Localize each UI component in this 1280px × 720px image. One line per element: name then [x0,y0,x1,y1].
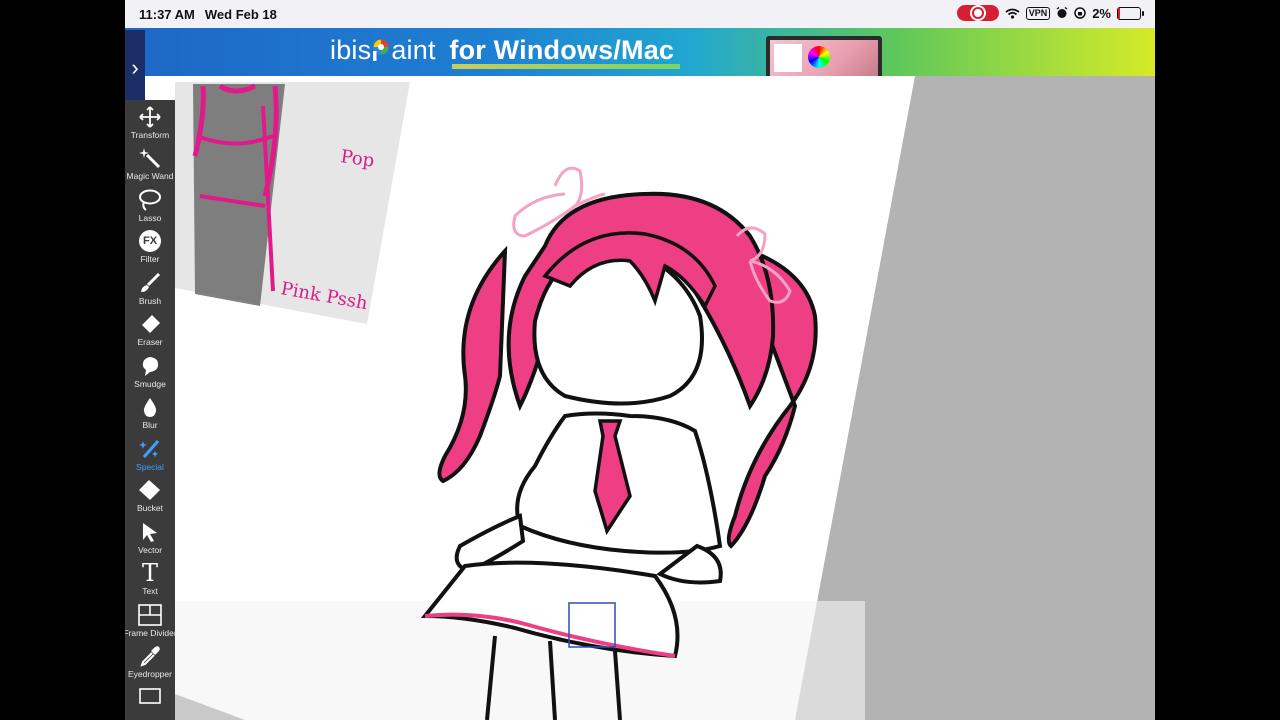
tool-label: Special [136,462,164,472]
tool-label: Eraser [137,337,163,347]
vector-pointer-icon [137,519,163,545]
tool-frame-divider[interactable]: Frame Divider [125,602,177,643]
eyedropper-icon [137,643,163,669]
tool-label: Bucket [137,503,163,513]
banner-app-screenshot [766,36,882,76]
fx-icon: FX [137,228,163,254]
banner-brand-prefix: ibis [330,35,372,65]
tool-label: Brush [138,296,162,306]
tool-label: Text [142,586,158,596]
brush-icon [137,270,163,296]
tool-label: Eyedropper [128,669,172,679]
banner-text: ibis aint for Windows/Mac [330,35,674,66]
tool-bar: Transform Magic Wand Lasso FX Filter Bru… [125,100,177,720]
tool-label: Blur [142,420,158,430]
tool-label: Filter [140,254,160,264]
tool-filter[interactable]: FX Filter [125,228,175,269]
tool-blur[interactable]: Blur [125,394,175,435]
tool-canvas-partial[interactable] [125,685,175,720]
status-right-group: VPN 2% [956,5,1144,21]
tool-label: Frame Divider [125,628,177,638]
tool-transform[interactable]: Transform [125,104,175,145]
tool-lasso[interactable]: Lasso [125,187,175,228]
vpn-badge: VPN [1025,6,1051,20]
letterbox-left [0,0,125,720]
move-arrows-icon [137,104,163,130]
tool-magic-wand[interactable]: Magic Wand [125,145,175,186]
tool-vector[interactable]: Vector [125,519,175,560]
ipad-screen: 11:37 AM Wed Feb 18 VPN 2% ibis aint for… [125,0,1155,720]
tool-special[interactable]: Special [125,436,175,477]
left-pigtail [437,245,508,484]
ibispaint-logo-icon [373,39,389,61]
tool-label: Transform [130,130,170,140]
orientation-lock-icon [1074,7,1086,19]
reference-image[interactable]: Pop Pink Pssh [175,82,410,324]
status-bar: 11:37 AM Wed Feb 18 VPN 2% [125,0,1155,28]
ad-banner[interactable]: ibis aint for Windows/Mac [125,28,1155,76]
tool-brush[interactable]: Brush [125,270,175,311]
frame-divider-icon [137,602,163,628]
wifi-icon [1005,8,1020,19]
smudge-icon [137,353,163,379]
status-date: Wed Feb 18 [204,6,277,22]
alarm-icon [1056,7,1068,18]
drawing-canvas[interactable]: Pop Pink Pssh [125,76,1155,720]
banner-tagline: for Windows/Mac [449,35,675,65]
battery-icon [1117,6,1144,20]
canvas-icon [137,685,163,711]
magic-wand-icon [137,145,163,171]
canvas-artwork: Pop Pink Pssh [175,76,1155,720]
tool-label: Vector [137,545,163,555]
tool-bucket[interactable]: Bucket [125,477,175,518]
battery-percent: 2% [1092,5,1111,21]
color-wheel-icon [808,46,830,68]
tool-eyedropper[interactable]: Eyedropper [125,643,175,684]
tool-text[interactable]: T Text [125,560,175,601]
tool-label: Magic Wand [126,171,174,181]
sidebar-toggle-button[interactable]: › [125,30,145,106]
lasso-icon [137,187,163,213]
tool-label: Smudge [134,379,166,389]
letterbox-right [1155,0,1280,720]
screen-recording-icon[interactable] [956,5,999,21]
text-icon: T [141,559,158,587]
blur-drop-icon [137,394,163,420]
tool-label: Lasso [138,213,162,223]
tool-eraser[interactable]: Eraser [125,311,175,352]
tool-smudge[interactable]: Smudge [125,353,175,394]
eraser-icon [137,311,163,337]
status-time: 11:37 AM [139,6,195,22]
bucket-icon [137,477,163,503]
special-sparkle-brush-icon [137,436,163,462]
banner-brand-suffix: aint [391,35,436,65]
chevron-right-icon: › [131,55,139,80]
